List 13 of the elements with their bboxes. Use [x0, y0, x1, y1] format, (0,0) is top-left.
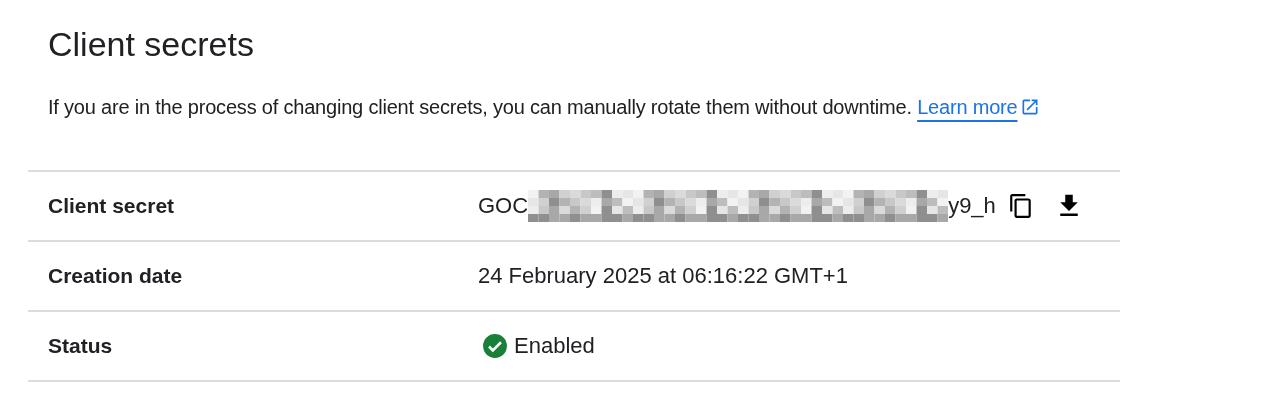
- status-text: Enabled: [514, 333, 595, 359]
- copy-icon[interactable]: [1007, 193, 1034, 219]
- secret-suffix: y9_h: [948, 193, 996, 219]
- intro-text: If you are in the process of changing client secrets, you can manually rotate them without downtime. Learn more: [48, 92, 1284, 122]
- secret-prefix: GOC: [478, 193, 529, 219]
- learn-more-link[interactable]: Learn more: [917, 96, 1041, 118]
- row-label: Client secret: [47, 194, 176, 218]
- section-title: Client secrets: [48, 24, 255, 65]
- external-link-icon: [1020, 97, 1041, 117]
- row-label: Status: [47, 334, 114, 358]
- row-value: 24 February 2025 at 06:16:22 GMT+1: [478, 263, 848, 289]
- check-circle-icon: [482, 333, 508, 359]
- row-label: Creation date: [47, 264, 184, 288]
